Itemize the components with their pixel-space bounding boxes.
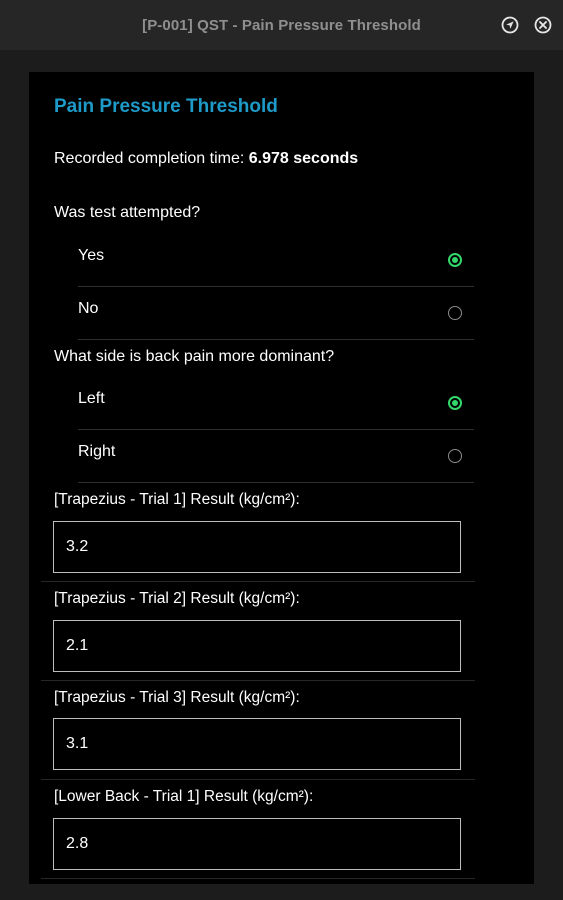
trapezius-trial-2-label: [Trapezius - Trial 2] Result (kg/cm²): [54,590,300,607]
divider [41,581,475,582]
radio-unselected-icon[interactable] [448,306,462,320]
lower-back-trial-1-input[interactable] [53,818,461,870]
trapezius-trial-3-input[interactable] [53,718,461,770]
completion-value: 6.978 seconds [248,150,359,167]
trapezius-trial-2-input[interactable] [53,620,461,672]
trapezius-trial-1-input[interactable] [53,521,461,573]
divider [78,339,474,340]
completion-label: Recorded completion time: [54,150,245,167]
option-no[interactable]: No [54,287,474,340]
trapezius-trial-1-label: [Trapezius - Trial 1] Result (kg/cm²): [54,491,300,508]
panel-title: Pain Pressure Threshold [54,96,278,117]
option-label: No [78,300,99,317]
lower-back-trial-1-label: [Lower Back - Trial 1] Result (kg/cm²): [54,788,314,805]
option-right[interactable]: Right [54,430,474,483]
question-test-attempted: Was test attempted? [54,204,201,221]
radio-unselected-icon[interactable] [448,449,462,463]
close-icon[interactable] [534,16,552,34]
radio-selected-icon[interactable] [448,253,462,267]
option-label: Left [78,390,105,407]
trapezius-trial-3-label: [Trapezius - Trial 3] Result (kg/cm²): [54,689,300,706]
divider [41,680,475,681]
option-yes[interactable]: Yes [54,234,474,287]
title-bar: [P-001] QST - Pain Pressure Threshold [0,0,563,50]
window-title: [P-001] QST - Pain Pressure Threshold [142,17,421,34]
option-left[interactable]: Left [54,377,474,430]
app-window: [P-001] QST - Pain Pressure Threshold Pa… [0,0,563,900]
form-panel: Pain Pressure Threshold Recorded complet… [29,72,534,884]
option-label: Yes [78,247,105,264]
completion-time: Recorded completion time: 6.978 seconds [54,150,358,168]
radio-selected-icon[interactable] [448,396,462,410]
divider [41,878,475,879]
divider [78,482,474,483]
option-label: Right [78,443,116,460]
navigate-icon[interactable] [501,16,519,34]
divider [41,779,475,780]
question-dominant-side: What side is back pain more dominant? [54,348,335,365]
